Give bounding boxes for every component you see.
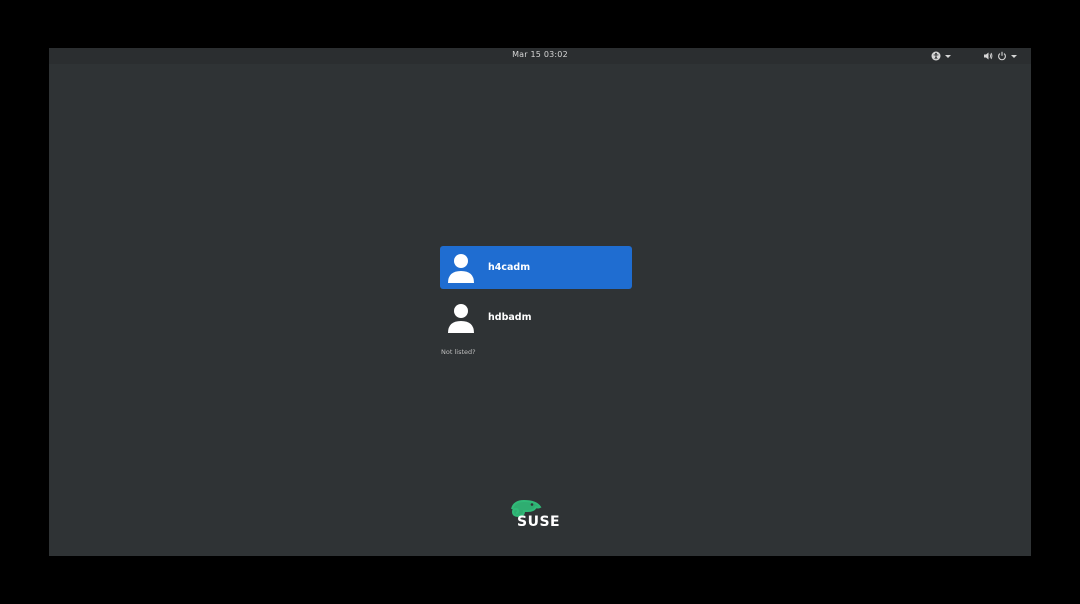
user-avatar-icon [448,253,474,283]
logo-wordmark: SUSE [517,514,560,529]
top-bar: Mar 15 03:02 [49,48,1031,64]
username-label: h4cadm [488,262,531,273]
user-item-h4cadm[interactable]: h4cadm [440,246,632,289]
user-item-hdbadm[interactable]: hdbadm [440,296,632,339]
accessibility-icon [931,51,941,61]
clock-label[interactable]: Mar 15 03:02 [49,50,1031,59]
suse-logo: SUSE [511,499,560,529]
not-listed-link[interactable]: Not listed? [441,348,476,356]
chevron-down-icon [945,54,951,58]
username-label: hdbadm [488,312,532,323]
accessibility-menu[interactable] [931,50,951,62]
power-icon [998,51,1006,61]
volume-icon [984,52,993,60]
user-avatar-icon [448,303,474,333]
chevron-down-icon [1011,54,1017,58]
user-list: h4cadm hdbadm [440,246,632,339]
system-menu[interactable] [983,50,1017,62]
login-screen: Mar 15 03:02 h4cadm hdbadm Not listed? S… [49,48,1031,556]
